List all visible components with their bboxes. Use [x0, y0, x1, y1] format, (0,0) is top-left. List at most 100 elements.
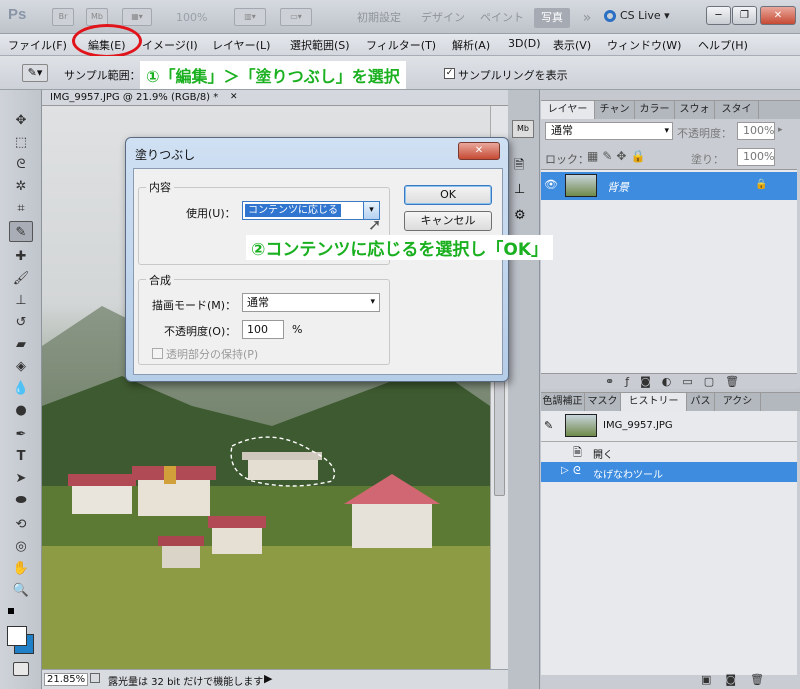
menu-file[interactable]: ファイル(F) — [8, 37, 67, 53]
dialog-title: 塗りつぶし — [135, 148, 196, 162]
use-select[interactable]: コンテンツに応じる ▾ — [242, 201, 380, 220]
cs-live-icon — [604, 10, 616, 22]
layers-list: 👁 背景 🔒 — [541, 169, 797, 379]
menu-3d[interactable]: 3D(D) — [508, 37, 541, 50]
lasso-tool-icon[interactable]: ᘓ — [9, 154, 33, 175]
contents-group-label: 内容 — [146, 179, 174, 195]
layer-visibility-eye-icon[interactable]: 👁 — [544, 178, 558, 191]
mini-bridge-panel-icon[interactable]: Mb — [512, 120, 534, 138]
blend-mode-select[interactable]: 通常 ▾ — [545, 122, 673, 140]
type-tool-icon[interactable]: T — [9, 446, 33, 467]
layers-footer-icons[interactable]: ⚭ƒ◙◐▭▢🗑 — [605, 375, 750, 388]
history-brush-source-icon[interactable]: ✎ — [544, 419, 553, 432]
bridge-icon[interactable]: Br — [52, 8, 74, 26]
history-footer-icons[interactable]: ▣◙🗑 — [701, 673, 778, 686]
eyedropper-tool-icon[interactable]: ✎ — [9, 221, 33, 242]
status-menu-arrow-icon[interactable]: ▶ — [264, 672, 272, 685]
tab-swatches[interactable]: スウォ — [675, 101, 715, 119]
zoom-level-display[interactable]: 100% — [176, 11, 207, 24]
ok-button[interactable]: OK — [404, 185, 492, 205]
dodge-tool-icon[interactable]: ● — [9, 400, 33, 421]
workspace-paint[interactable]: ペイント — [478, 8, 526, 28]
3d-orbit-tool-icon[interactable]: ◎ — [9, 536, 33, 557]
hand-tool-icon[interactable]: ✋ — [9, 558, 33, 579]
opacity-input[interactable]: 100% — [737, 122, 775, 140]
tools-panel: ✥ ⬚ ᘓ ✲ ⌗ ✎ ✚ 🖌 ⊥ ↺ ▰ ◈ 💧 ● ✒ T ➤ ⬬ ⟲ ◎ … — [0, 90, 42, 689]
info-panel-icon[interactable]: 🗎 — [514, 156, 524, 178]
history-snapshot-row[interactable]: ✎ IMG_9957.JPG — [541, 413, 797, 439]
maximize-button[interactable]: ❐ — [732, 6, 757, 25]
shape-tool-icon[interactable]: ⬬ — [9, 490, 33, 511]
opacity-input[interactable]: 100 — [242, 320, 284, 339]
tab-actions[interactable]: アクシ — [715, 393, 761, 411]
document-tab[interactable]: IMG_9957.JPG @ 21.9% (RGB/8) * ✕ — [42, 90, 508, 106]
more-workspaces-icon[interactable]: » — [578, 8, 596, 28]
tab-adjustments[interactable]: 色調補正 — [541, 393, 585, 411]
actions-panel-icon[interactable]: ⚙ — [514, 208, 526, 223]
quick-mask-icon[interactable] — [13, 662, 29, 676]
brush-tool-icon[interactable]: 🖌 — [9, 268, 33, 289]
menu-select[interactable]: 選択範囲(S) — [290, 37, 350, 53]
document-tab-close-icon[interactable]: ✕ — [230, 92, 238, 102]
history-item-lasso[interactable]: ▷ ᘓ なげなわツール — [541, 462, 797, 482]
cancel-button[interactable]: キャンセル — [404, 211, 492, 231]
healing-brush-tool-icon[interactable]: ✚ — [9, 246, 33, 267]
history-item-open[interactable]: 🗎 開く — [541, 442, 797, 462]
workspace-photography[interactable]: 写真 — [534, 8, 570, 28]
tab-layers[interactable]: レイヤー — [541, 101, 595, 119]
clone-source-panel-icon[interactable]: ⊥ — [514, 182, 525, 197]
mode-select-value: 通常 — [247, 296, 269, 309]
workspace-design[interactable]: デザイン — [418, 8, 468, 28]
blur-tool-icon[interactable]: 💧 — [9, 378, 33, 399]
zoom-percentage[interactable]: 21.85% — [44, 673, 89, 686]
quick-selection-tool-icon[interactable]: ✲ — [9, 176, 33, 197]
3d-rotate-tool-icon[interactable]: ⟲ — [9, 514, 33, 535]
foreground-color-swatch[interactable] — [7, 626, 27, 646]
zoom-tool-icon[interactable]: 🔍 — [9, 580, 33, 601]
menu-layer[interactable]: レイヤー(L) — [212, 37, 270, 53]
move-tool-icon[interactable]: ✥ — [9, 110, 33, 131]
paint-bucket-tool-icon[interactable]: ◈ — [9, 356, 33, 377]
menu-filter[interactable]: フィルター(T) — [366, 37, 436, 53]
menu-help[interactable]: ヘルプ(H) — [698, 37, 748, 53]
layer-name[interactable]: 背景 — [607, 179, 629, 195]
status-info-icon[interactable] — [90, 673, 100, 683]
pen-tool-icon[interactable]: ✒ — [9, 424, 33, 445]
tab-styles[interactable]: スタイ — [715, 101, 759, 119]
clone-stamp-tool-icon[interactable]: ⊥ — [9, 290, 33, 311]
menu-analysis[interactable]: 解析(A) — [452, 37, 490, 53]
eyedropper-preset-icon[interactable]: ✎▾ — [22, 64, 48, 82]
opacity-slider-icon[interactable]: ▸ — [778, 125, 783, 135]
layers-panel: レイヤー チャン カラー スウォ スタイ 通常 ▾ 不透明度： 100% ▸ ロ… — [541, 100, 800, 389]
menu-window[interactable]: ウィンドウ(W) — [607, 37, 681, 53]
close-window-button[interactable]: ✕ — [760, 6, 796, 25]
menu-view[interactable]: 表示(V) — [553, 37, 591, 53]
crop-tool-icon[interactable]: ⌗ — [9, 198, 33, 219]
tab-channels[interactable]: チャン — [595, 101, 635, 119]
path-selection-tool-icon[interactable]: ➤ — [9, 468, 33, 489]
layer-row-background[interactable]: 👁 背景 🔒 — [541, 172, 797, 200]
preserve-transparency-checkbox[interactable] — [152, 348, 163, 359]
tab-paths[interactable]: パス — [687, 393, 715, 411]
view-extras-icon[interactable]: ▦▾ — [122, 8, 152, 26]
cs-live-button[interactable]: CS Live ▾ — [620, 9, 670, 22]
tab-color[interactable]: カラー — [635, 101, 675, 119]
eraser-tool-icon[interactable]: ▰ — [9, 334, 33, 355]
history-brush-tool-icon[interactable]: ↺ — [9, 312, 33, 333]
arrange-documents-icon[interactable]: ▥▾ — [234, 8, 266, 26]
screen-mode-icon[interactable]: ▭▾ — [280, 8, 312, 26]
mode-select[interactable]: 通常 ▾ — [242, 293, 380, 312]
marquee-tool-icon[interactable]: ⬚ — [9, 132, 33, 153]
chevron-down-icon: ▾ — [370, 297, 375, 307]
show-sampling-ring-checkbox[interactable]: ✓ — [444, 68, 455, 79]
tab-masks[interactable]: マスク — [585, 393, 621, 411]
workspace-essentials[interactable]: 初期設定 — [350, 8, 408, 28]
default-colors-icon[interactable] — [8, 608, 14, 614]
fill-input[interactable]: 100% — [737, 148, 775, 166]
menu-image[interactable]: イメージ(I) — [142, 37, 198, 53]
tab-history[interactable]: ヒストリー — [621, 393, 687, 411]
dialog-close-button[interactable]: ✕ — [458, 142, 500, 160]
minimize-button[interactable]: ─ — [706, 6, 731, 25]
lock-icons[interactable]: ▦✎✥🔒 — [587, 149, 649, 163]
chevron-down-icon: ▾ — [664, 126, 669, 136]
